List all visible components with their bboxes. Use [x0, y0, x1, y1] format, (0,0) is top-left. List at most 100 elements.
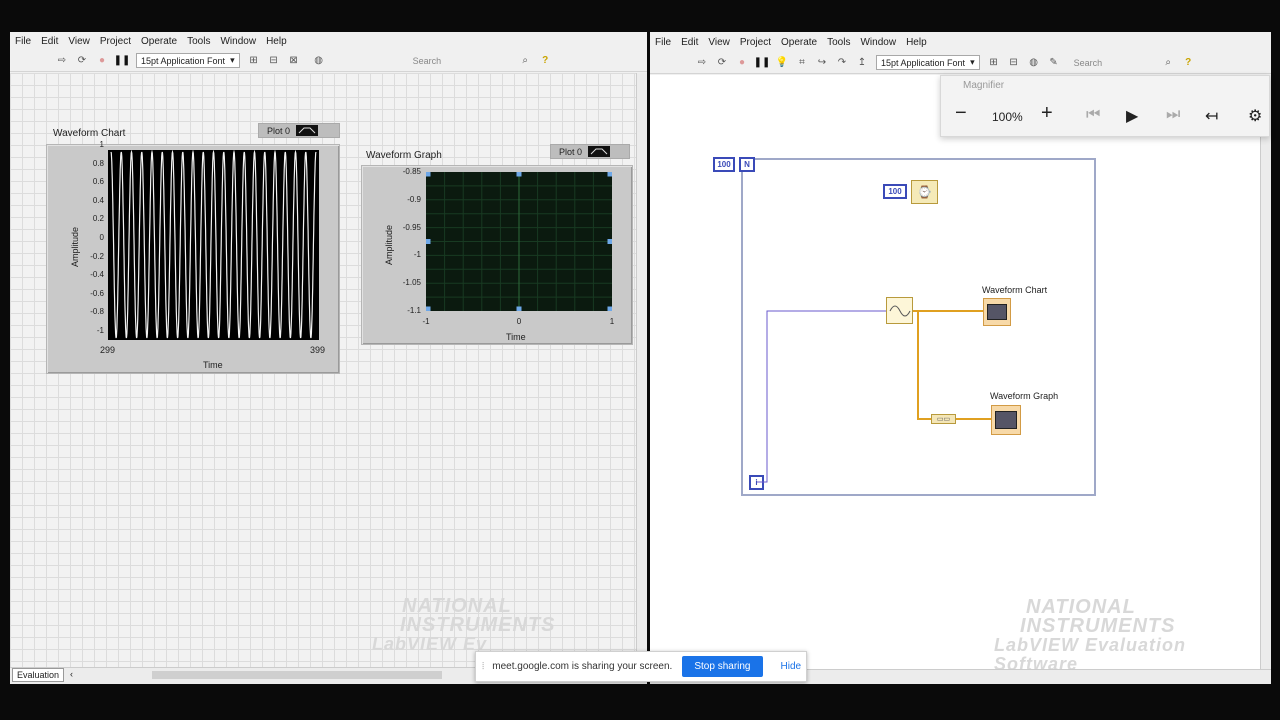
chart-ytick: -0.4 [90, 270, 104, 280]
chart-ytick: -0.8 [90, 307, 104, 317]
zoom-in-button[interactable]: + [1041, 102, 1053, 125]
graph-ytick: -0.95 [402, 222, 421, 232]
graph-legend-label: Plot 0 [559, 146, 583, 157]
screen-share-bar: ⦙ meet.google.com is sharing your screen… [475, 651, 807, 682]
waveform-graph-plot [426, 172, 612, 311]
chart-ytick: 0.2 [92, 214, 104, 224]
graph-title: Waveform Graph [366, 150, 442, 161]
chart-terminal-icon [987, 304, 1007, 320]
chart-ytick: 0 [99, 233, 104, 242]
read-from-here-icon[interactable]: ↤ [1205, 106, 1218, 126]
magnifier-window: Magnifier − 100% + ⏮ ▶ ⏭ ↤ ⚙ [940, 75, 1270, 137]
help-icon[interactable]: ? [538, 54, 552, 68]
run-arrow-icon[interactable]: ⇨ [55, 54, 69, 68]
waveform-graph-terminal[interactable] [991, 405, 1021, 435]
chart-xlabel: Time [203, 360, 223, 370]
graph-xtick: 0 [516, 317, 522, 326]
search-placeholder: Search [412, 55, 442, 66]
selection-handle[interactable] [426, 306, 431, 312]
align-icon[interactable]: ⊞ [247, 54, 261, 68]
graph-ytick: -1 [413, 250, 421, 260]
font-select-label: 15pt Application Font [141, 55, 226, 66]
graph-xtick: 1 [609, 317, 615, 326]
next-icon[interactable]: ⏭ [1166, 106, 1180, 124]
run-continuously-icon[interactable]: ⟳ [75, 54, 89, 68]
chart-ytick: 0.8 [92, 158, 104, 168]
menu-help[interactable]: Help [261, 36, 292, 47]
resize-icon[interactable]: ⊠ [287, 54, 301, 68]
graph-terminal-label: Waveform Graph [990, 391, 1059, 401]
selection-handle[interactable] [607, 172, 613, 177]
chart-legend-label: Plot 0 [267, 125, 291, 136]
graph-terminal-icon [995, 411, 1017, 429]
menu-view[interactable]: View [63, 36, 95, 47]
stop-sharing-button[interactable]: Stop sharing [682, 656, 763, 677]
chart-ytick: 1 [99, 140, 104, 149]
ni-watermark: NATIONAL INSTRUMENTS LabVIEW Ev [360, 596, 556, 654]
distribute-icon[interactable]: ⊟ [267, 54, 281, 68]
menu-window[interactable]: Window [215, 36, 261, 47]
reorder-icon[interactable]: ◍ [312, 54, 326, 68]
chart-ytick: -1 [96, 326, 104, 335]
hide-button[interactable]: Hide [781, 661, 802, 672]
drag-handle-icon[interactable]: ⦙ [482, 661, 484, 672]
sine-wave-icon [889, 305, 910, 316]
settings-gear-icon[interactable]: ⚙ [1248, 106, 1262, 126]
chart-ytick: -0.2 [90, 251, 104, 261]
chart-ytick: 0.6 [92, 177, 104, 187]
graph-ytick: -1.1 [407, 306, 421, 315]
waveform-chart-terminal[interactable] [983, 298, 1011, 326]
graph-ytick: -0.9 [407, 194, 421, 204]
search-icon[interactable]: ⌕ [518, 54, 532, 68]
chart-title: Waveform Chart [53, 128, 126, 139]
horizontal-scrollbar[interactable] [152, 671, 442, 679]
zoom-out-button[interactable]: − [955, 102, 967, 125]
chart-legend[interactable]: Plot 0 [258, 123, 340, 138]
build-array-node[interactable]: ▭▭ [931, 414, 956, 424]
search-input[interactable]: Search [409, 53, 446, 68]
selection-handle[interactable] [607, 306, 613, 312]
vertical-scrollbar[interactable] [636, 73, 647, 667]
selection-handle[interactable] [516, 172, 522, 177]
plot-style-icon [588, 146, 611, 157]
menu-tools[interactable]: Tools [182, 36, 215, 47]
plot-style-icon [296, 125, 319, 136]
abort-icon[interactable]: ● [95, 54, 109, 68]
build-array-icon: ▭▭ [936, 416, 951, 423]
chart-ytick: -0.6 [90, 288, 104, 298]
menu-operate[interactable]: Operate [136, 36, 182, 47]
front-panel-menubar: File Edit View Project Operate Tools Win… [10, 32, 647, 50]
font-select[interactable]: 15pt Application Font ▾ [136, 53, 240, 68]
vertical-scrollbar[interactable] [1260, 75, 1271, 669]
selection-handle[interactable] [607, 239, 613, 244]
graph-legend[interactable]: Plot 0 [550, 144, 630, 159]
selection-handle[interactable] [426, 172, 431, 177]
front-panel-toolbar: ⇨ ⟳ ● ❚❚ 15pt Application Font ▾ ⊞ ⊟ ⊠ ◍… [10, 50, 647, 72]
sine-signal-node[interactable] [886, 297, 913, 324]
graph-xlabel: Time [506, 332, 526, 342]
play-icon[interactable]: ▶ [1126, 106, 1138, 126]
pause-icon[interactable]: ❚❚ [114, 54, 131, 68]
chart-x-start: 299 [100, 345, 116, 355]
watermark-line-2: INSTRUMENTS [400, 614, 556, 636]
selection-handle[interactable] [516, 306, 522, 312]
chart-terminal-label: Waveform Chart [982, 285, 1048, 295]
graph-xtick: -1 [422, 317, 430, 326]
selection-handle[interactable] [426, 239, 431, 244]
share-message: meet.google.com is sharing your screen. [492, 661, 673, 672]
ni-watermark: NATIONAL INSTRUMENTS LabVIEW Evaluation … [980, 597, 1271, 674]
graph-ytick: -0.85 [402, 167, 421, 176]
magnifier-title: Magnifier [963, 80, 1005, 91]
front-panel-window: File Edit View Project Operate Tools Win… [10, 32, 647, 684]
menu-project[interactable]: Project [95, 36, 136, 47]
menu-file[interactable]: File [10, 36, 36, 47]
scroll-left-icon[interactable]: ‹ [70, 669, 73, 679]
chart-x-end: 399 [310, 345, 326, 355]
chart-ytick: 0.4 [92, 195, 104, 205]
waveform-chart-plot [108, 150, 319, 340]
menu-edit[interactable]: Edit [36, 36, 63, 47]
evaluation-label: Evaluation [12, 668, 65, 682]
graph-ytick: -1.05 [402, 278, 421, 288]
previous-icon[interactable]: ⏮ [1086, 106, 1100, 124]
watermark-line-2: INSTRUMENTS [1020, 615, 1176, 637]
